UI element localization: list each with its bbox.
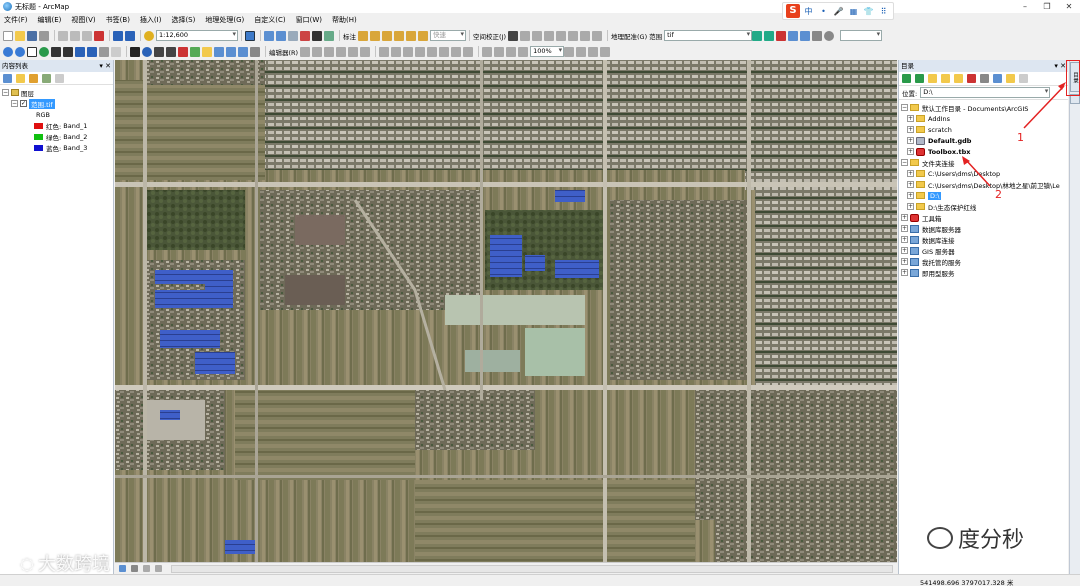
watermark-logo-icon: ◌ <box>20 553 34 573</box>
annotation-number-1: 1 <box>1017 131 1024 144</box>
annotation-arrows <box>962 82 1066 187</box>
annotation-number-2: 2 <box>995 188 1002 201</box>
watermark-left: ◌ 大数跨境 <box>20 550 110 576</box>
watermark-left-text: 大数跨境 <box>37 554 110 575</box>
cursor-coordinates: 541498.696 3797017.328 米 <box>920 579 1014 586</box>
arcmap-window: 无标题 - ArcMap – ❐ ✕ 文件(F) 编辑(E) 视图(V) 书签(… <box>0 0 1080 586</box>
watermark-right: 度分秒 <box>927 522 1024 554</box>
wechat-icon <box>927 527 953 549</box>
status-bar: 541498.696 3797017.328 米 <box>0 574 1080 586</box>
watermark-right-text: 度分秒 <box>958 528 1025 553</box>
